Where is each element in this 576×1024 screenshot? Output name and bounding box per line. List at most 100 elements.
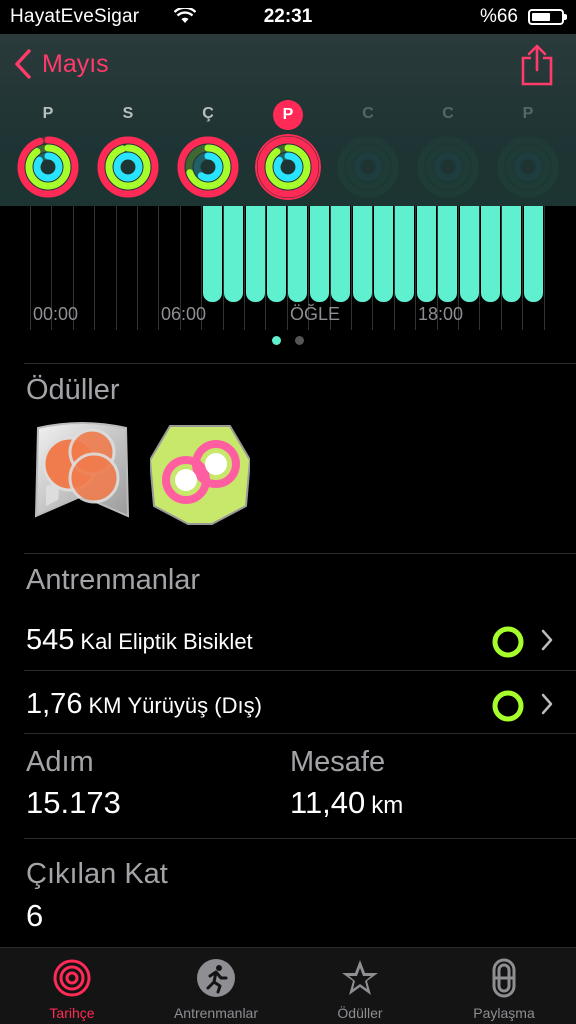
workout-value: 1,76 — [26, 688, 83, 720]
share-icon[interactable] — [520, 44, 554, 86]
chart-gridline — [522, 206, 523, 330]
tab-sharing[interactable]: Paylaşma — [432, 948, 576, 1024]
tab-awards[interactable]: Ödüller — [288, 948, 432, 1024]
chevron-left-icon — [15, 49, 31, 79]
stand-hour-bar — [502, 206, 521, 302]
chart-gridline — [479, 206, 480, 330]
stand-hour-bar — [203, 206, 222, 302]
workout-row[interactable]: 1,76 KM Yürüyüş (Dış) — [26, 688, 576, 748]
divider — [24, 553, 576, 554]
activity-rings-icon — [17, 136, 79, 198]
exercise-ring-icon — [492, 690, 524, 722]
divider — [24, 670, 576, 671]
day-letter: P — [248, 100, 328, 130]
chevron-right-icon — [541, 693, 553, 715]
stand-hour-bar — [417, 206, 436, 302]
history-rings-icon — [53, 959, 91, 997]
chart-tick-label: 06:00 — [161, 304, 207, 324]
chart-gridline — [158, 206, 159, 330]
tab-bar: Tarihçe Antrenmanlar Ödüller Paylaşma — [0, 947, 576, 1024]
stand-hour-bar — [395, 206, 414, 302]
stand-hour-bar — [331, 206, 350, 302]
tab-label: Paylaşma — [473, 1005, 535, 1021]
status-bar: HayatEveSigar 22:31 %66 — [0, 0, 576, 34]
stand-hour-bar — [353, 206, 372, 302]
chart-tick-label: 00:00 — [33, 304, 79, 324]
day-6[interactable]: P — [488, 100, 568, 205]
chart-gridline — [415, 206, 416, 330]
stand-hour-bar — [267, 206, 286, 302]
page-dot-1[interactable] — [272, 336, 281, 345]
exercise-ring-icon — [492, 626, 524, 658]
day-letter: P — [42, 105, 54, 122]
day-3[interactable]: P — [248, 100, 328, 205]
tab-label: Tarihçe — [49, 1005, 95, 1021]
tab-history[interactable]: Tarihçe — [0, 948, 144, 1024]
workout-name: Eliptik Bisiklet — [118, 629, 253, 654]
chart-gridline — [244, 206, 245, 330]
tab-label: Ödüller — [337, 1005, 383, 1021]
stand-hour-bar — [481, 206, 500, 302]
day-letter: Ç — [202, 105, 214, 122]
day-letter: C — [442, 105, 454, 122]
chart-gridline — [94, 206, 95, 330]
stand-hours-chart: 00:00 06:00 ÖĞLE 18:00 — [0, 206, 576, 330]
activity-rings-icon — [97, 136, 159, 198]
day-1[interactable]: S — [88, 100, 168, 205]
tab-workouts[interactable]: Antrenmanlar — [144, 948, 288, 1024]
page-dot-2[interactable] — [295, 336, 304, 345]
chart-tick-label: ÖĞLE — [290, 304, 341, 324]
workouts-title: Antrenmanlar — [26, 564, 201, 596]
day-4[interactable]: C — [328, 100, 408, 205]
distance-value: 11,40 km — [290, 785, 403, 821]
distance-unit: km — [371, 792, 404, 819]
chart-gridline — [351, 206, 352, 330]
day-letter: P — [522, 105, 534, 122]
award-badge-anniversary-icon[interactable] — [32, 420, 132, 528]
activity-rings-icon — [497, 136, 559, 198]
floors-label: Çıkılan Kat — [26, 858, 168, 890]
chart-gridline — [544, 206, 545, 330]
stand-hour-bar — [524, 206, 543, 302]
day-5[interactable]: C — [408, 100, 488, 205]
battery-icon — [528, 9, 567, 25]
divider — [24, 733, 576, 734]
stand-hour-bar — [374, 206, 393, 302]
activity-rings-icon — [417, 136, 479, 198]
battery-percent: %66 — [479, 6, 518, 27]
week-rings: PSÇPCCP — [0, 100, 576, 204]
stand-hour-bar — [246, 206, 265, 302]
workout-value: 545 — [26, 624, 75, 656]
back-label: Mayıs — [42, 49, 109, 78]
award-badge-infinity-icon[interactable] — [150, 420, 250, 528]
distance-number: 11,40 — [290, 785, 366, 820]
day-0[interactable]: P — [8, 100, 88, 205]
workout-unit: KM — [88, 693, 122, 718]
activity-rings-icon — [177, 136, 239, 198]
workout-row[interactable]: 545 Kal Eliptik Bisiklet — [26, 624, 576, 684]
chart-tick-label: 18:00 — [418, 304, 464, 324]
chart-gridline — [116, 206, 117, 330]
chart-gridline — [137, 206, 138, 330]
awards-star-icon — [342, 960, 378, 995]
stand-hour-bar — [310, 206, 329, 302]
stand-hour-bar — [224, 206, 243, 302]
chevron-right-icon — [541, 629, 553, 651]
sharing-icon — [492, 958, 516, 998]
stand-hour-bar — [460, 206, 479, 302]
chart-gridline — [372, 206, 373, 330]
back-button[interactable]: Mayıs — [12, 48, 109, 80]
stand-hour-bar — [438, 206, 457, 302]
day-2[interactable]: Ç — [168, 100, 248, 205]
workout-name: Yürüyüş (Dış) — [127, 693, 262, 718]
chart-gridline — [265, 206, 266, 330]
steps-label: Adım — [26, 746, 94, 778]
steps-value: 15.173 — [26, 785, 121, 820]
floors-value: 6 — [26, 898, 44, 933]
activity-rings-icon — [255, 134, 321, 200]
divider — [24, 838, 576, 839]
page-indicator[interactable] — [0, 336, 576, 348]
divider — [24, 363, 576, 364]
awards-title: Ödüller — [26, 374, 120, 406]
stand-hour-bar — [288, 206, 307, 302]
